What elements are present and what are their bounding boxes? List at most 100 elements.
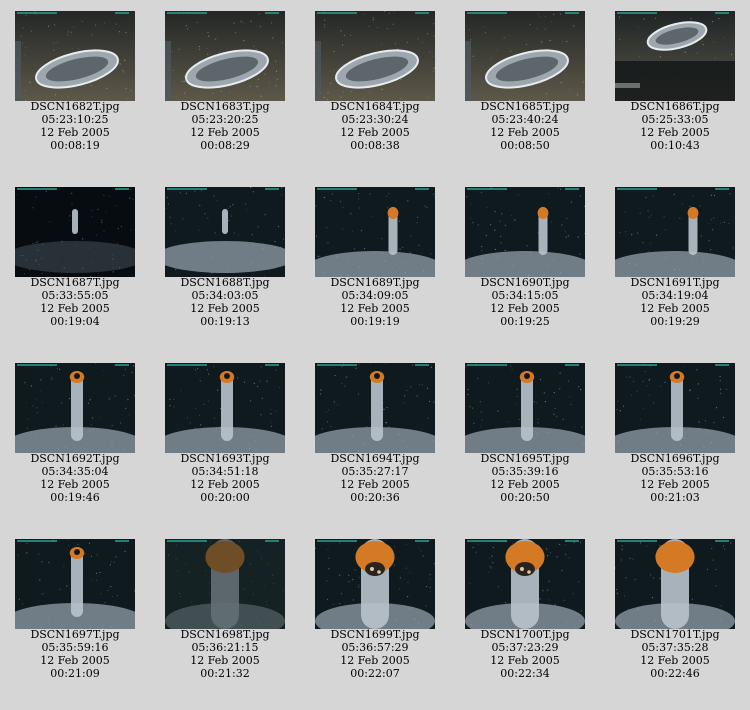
thumbnail-image-link[interactable] [615, 187, 735, 277]
thumbnail-elapsed-time: 00:08:38 [350, 139, 400, 152]
thumbnail-image-link[interactable] [615, 11, 735, 101]
thumbnail-date: 12 Feb 2005 [40, 654, 110, 667]
seafloor-photo-thumbnail [315, 11, 435, 101]
thumbnail-image-link[interactable] [165, 363, 285, 453]
thumbnail-caption: DSCN1693T.jpg 05:34:51:18 12 Feb 2005 00:20… [150, 452, 300, 504]
seafloor-photo-thumbnail [315, 363, 435, 453]
thumbnail-image-link[interactable] [315, 363, 435, 453]
thumbnail-cell: DSCN1695T.jpg 05:35:39:16 12 Feb 2005 00:20… [450, 352, 600, 522]
thumbnail-elapsed-time: 00:21:03 [650, 491, 700, 504]
thumbnail-filename[interactable]: DSCN1688T.jpg [150, 276, 300, 289]
seafloor-photo-thumbnail [615, 187, 735, 277]
thumbnail-timecode: 05:33:55:05 [41, 289, 109, 302]
thumbnail-image-link[interactable] [465, 187, 585, 277]
thumbnail-filename[interactable]: DSCN1684T.jpg [300, 100, 450, 113]
thumbnail-cell: DSCN1687T.jpg 05:33:55:05 12 Feb 2005 00:19… [0, 176, 150, 346]
thumbnail-elapsed-time: 00:20:36 [350, 491, 400, 504]
thumbnail-filename[interactable]: DSCN1695T.jpg [450, 452, 600, 465]
thumbnail-elapsed-time: 00:21:09 [50, 667, 100, 680]
thumbnail-caption: DSCN1690T.jpg 05:34:15:05 12 Feb 2005 00:19… [450, 276, 600, 328]
seafloor-photo-thumbnail [165, 187, 285, 277]
thumbnail-image-link[interactable] [315, 539, 435, 629]
thumbnail-image-link[interactable] [465, 363, 585, 453]
thumbnail-cell: DSCN1689T.jpg 05:34:09:05 12 Feb 2005 00:19… [300, 176, 450, 346]
thumbnail-filename[interactable]: DSCN1683T.jpg [150, 100, 300, 113]
thumbnail-caption: DSCN1692T.jpg 05:34:35:04 12 Feb 2005 00:19… [0, 452, 150, 504]
thumbnail-image-link[interactable] [15, 11, 135, 101]
thumbnail-image-link[interactable] [165, 539, 285, 629]
seafloor-photo-thumbnail [15, 187, 135, 277]
thumbnail-image-link[interactable] [15, 539, 135, 629]
thumbnail-filename[interactable]: DSCN1701T.jpg [600, 628, 750, 641]
thumbnail-cell: DSCN1696T.jpg 05:35:53:16 12 Feb 2005 00:21… [600, 352, 750, 522]
thumbnail-filename[interactable]: DSCN1698T.jpg [150, 628, 300, 641]
thumbnail-cell: DSCN1694T.jpg 05:35:27:17 12 Feb 2005 00:20… [300, 352, 450, 522]
thumbnail-timecode: 05:23:40:24 [491, 113, 559, 126]
thumbnail-timecode: 05:34:15:05 [491, 289, 559, 302]
thumbnail-filename[interactable]: DSCN1687T.jpg [0, 276, 150, 289]
seafloor-photo-thumbnail [315, 187, 435, 277]
thumbnail-elapsed-time: 00:22:34 [500, 667, 550, 680]
thumbnail-cell: DSCN1699T.jpg 05:36:57:29 12 Feb 2005 00:22… [300, 528, 450, 698]
thumbnail-filename[interactable]: DSCN1699T.jpg [300, 628, 450, 641]
thumbnail-filename[interactable]: DSCN1685T.jpg [450, 100, 600, 113]
thumbnail-timecode: 05:23:30:24 [341, 113, 409, 126]
thumbnail-timecode: 05:34:51:18 [191, 465, 259, 478]
thumbnail-image-link[interactable] [465, 11, 585, 101]
thumbnail-date: 12 Feb 2005 [190, 478, 260, 491]
thumbnail-image-link[interactable] [465, 539, 585, 629]
seafloor-photo-thumbnail [165, 363, 285, 453]
thumbnail-filename[interactable]: DSCN1682T.jpg [0, 100, 150, 113]
thumbnail-cell: DSCN1701T.jpg 05:37:35:28 12 Feb 2005 00:22… [600, 528, 750, 698]
thumbnail-cell: DSCN1691T.jpg 05:34:19:04 12 Feb 2005 00:19… [600, 176, 750, 346]
thumbnail-filename[interactable]: DSCN1697T.jpg [0, 628, 150, 641]
thumbnail-date: 12 Feb 2005 [190, 302, 260, 315]
thumbnail-date: 12 Feb 2005 [190, 654, 260, 667]
thumbnail-filename[interactable]: DSCN1693T.jpg [150, 452, 300, 465]
seafloor-photo-thumbnail [615, 11, 735, 101]
thumbnail-filename[interactable]: DSCN1696T.jpg [600, 452, 750, 465]
thumbnail-elapsed-time: 00:10:43 [650, 139, 700, 152]
thumbnail-caption: DSCN1699T.jpg 05:36:57:29 12 Feb 2005 00:22… [300, 628, 450, 680]
thumbnail-caption: DSCN1701T.jpg 05:37:35:28 12 Feb 2005 00:22… [600, 628, 750, 680]
thumbnail-caption: DSCN1682T.jpg 05:23:10:25 12 Feb 2005 00:08… [0, 100, 150, 152]
thumbnail-filename[interactable]: DSCN1694T.jpg [300, 452, 450, 465]
thumbnail-date: 12 Feb 2005 [340, 126, 410, 139]
thumbnail-filename[interactable]: DSCN1691T.jpg [600, 276, 750, 289]
thumbnail-timecode: 05:23:10:25 [41, 113, 109, 126]
thumbnail-image-link[interactable] [315, 187, 435, 277]
thumbnail-date: 12 Feb 2005 [340, 302, 410, 315]
thumbnail-date: 12 Feb 2005 [490, 654, 560, 667]
thumbnail-cell: DSCN1684T.jpg 05:23:30:24 12 Feb 2005 00:08… [300, 0, 450, 170]
thumbnail-timecode: 05:34:19:04 [641, 289, 709, 302]
thumbnail-filename[interactable]: DSCN1690T.jpg [450, 276, 600, 289]
thumbnail-gallery: DSCN1682T.jpg 05:23:10:25 12 Feb 2005 00:08… [0, 0, 750, 710]
thumbnail-date: 12 Feb 2005 [40, 478, 110, 491]
thumbnail-timecode: 05:35:27:17 [341, 465, 409, 478]
thumbnail-elapsed-time: 00:08:19 [50, 139, 100, 152]
thumbnail-filename[interactable]: DSCN1689T.jpg [300, 276, 450, 289]
thumbnail-caption: DSCN1687T.jpg 05:33:55:05 12 Feb 2005 00:19… [0, 276, 150, 328]
thumbnail-image-link[interactable] [165, 11, 285, 101]
thumbnail-timecode: 05:25:33:05 [641, 113, 709, 126]
thumbnail-timecode: 05:35:59:16 [41, 641, 109, 654]
thumbnail-image-link[interactable] [15, 187, 135, 277]
thumbnail-filename[interactable]: DSCN1686T.jpg [600, 100, 750, 113]
thumbnail-filename[interactable]: DSCN1692T.jpg [0, 452, 150, 465]
thumbnail-elapsed-time: 00:08:29 [200, 139, 250, 152]
thumbnail-elapsed-time: 00:20:00 [200, 491, 250, 504]
thumbnail-elapsed-time: 00:22:07 [350, 667, 400, 680]
thumbnail-date: 12 Feb 2005 [340, 654, 410, 667]
thumbnail-elapsed-time: 00:21:32 [200, 667, 250, 680]
thumbnail-filename[interactable]: DSCN1700T.jpg [450, 628, 600, 641]
seafloor-photo-thumbnail [165, 539, 285, 629]
thumbnail-date: 12 Feb 2005 [490, 126, 560, 139]
thumbnail-image-link[interactable] [615, 363, 735, 453]
thumbnail-image-link[interactable] [165, 187, 285, 277]
thumbnail-caption: DSCN1688T.jpg 05:34:03:05 12 Feb 2005 00:19… [150, 276, 300, 328]
thumbnail-date: 12 Feb 2005 [490, 302, 560, 315]
thumbnail-image-link[interactable] [315, 11, 435, 101]
thumbnail-image-link[interactable] [15, 363, 135, 453]
thumbnail-image-link[interactable] [615, 539, 735, 629]
seafloor-photo-thumbnail [315, 539, 435, 629]
